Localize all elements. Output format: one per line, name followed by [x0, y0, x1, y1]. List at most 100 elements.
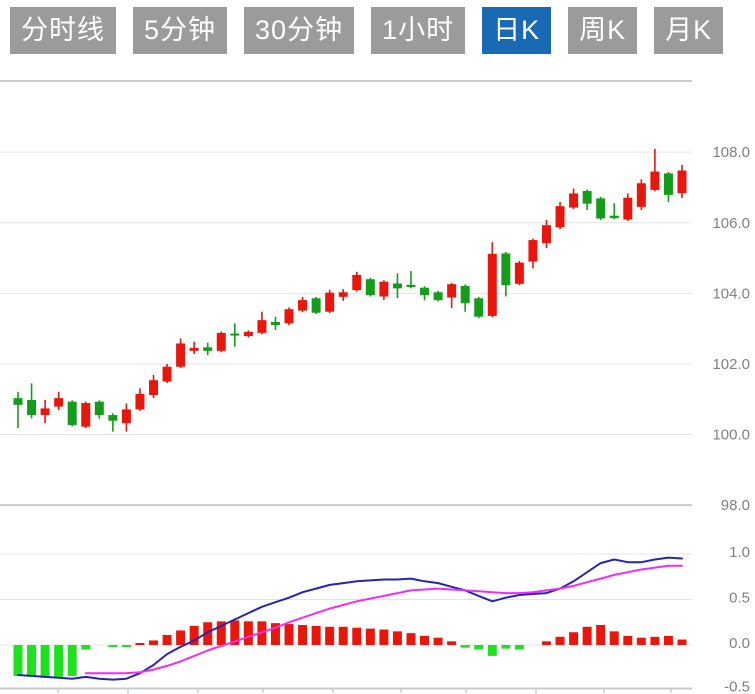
candle: [420, 286, 429, 300]
candle: [528, 239, 537, 269]
macd-bar: [122, 645, 131, 647]
macd-bar: [244, 621, 253, 645]
candle-body: [488, 254, 497, 316]
candle-body: [81, 403, 90, 427]
candle: [27, 383, 36, 418]
candle-body: [298, 300, 307, 311]
macd-axis-labels: 1.00.50.0-0.5: [724, 544, 750, 694]
candle: [285, 307, 294, 325]
candle: [68, 400, 77, 426]
macd-bar: [623, 636, 632, 645]
macd-bar: [406, 633, 415, 645]
candle: [379, 280, 388, 300]
candle-body: [176, 343, 185, 366]
candle: [176, 339, 185, 369]
candle: [556, 202, 565, 229]
macd-bar: [285, 624, 294, 645]
macd-bar: [569, 632, 578, 645]
candle: [447, 283, 456, 308]
macd-bar: [447, 641, 456, 645]
candle: [122, 403, 131, 431]
macd-bar: [461, 645, 470, 648]
macd-bar: [583, 627, 592, 645]
candle-body: [14, 398, 23, 405]
price-axis-labels: 108.0106.0104.0102.0100.098.0: [712, 144, 750, 514]
candle-body: [27, 400, 36, 415]
candle: [163, 364, 172, 383]
macd-bar: [163, 635, 172, 645]
macd-bar: [596, 625, 605, 645]
candles-group: [14, 149, 687, 432]
candle: [257, 312, 266, 335]
macd-histogram: [14, 620, 687, 677]
macd-bar: [41, 645, 50, 678]
candle: [149, 375, 158, 398]
macd-bar: [637, 638, 646, 645]
candle-body: [447, 284, 456, 297]
candle-body: [583, 191, 592, 204]
candle: [664, 172, 673, 202]
macd-gridlines: [0, 554, 692, 693]
candle: [474, 297, 483, 318]
candle: [637, 179, 646, 210]
dea-line: [86, 566, 682, 673]
candle: [135, 388, 144, 411]
candle: [393, 273, 402, 298]
candle-body: [650, 172, 659, 190]
macd-bar: [352, 628, 361, 645]
macd-bar: [14, 645, 23, 676]
candle: [312, 297, 321, 314]
candle-body: [677, 171, 686, 194]
candle-body: [122, 409, 131, 423]
candle-body: [569, 193, 578, 207]
macd-bar: [610, 631, 619, 645]
candle: [610, 203, 619, 219]
candle: [583, 190, 592, 210]
macd-bar: [366, 629, 375, 645]
macd-bar: [650, 637, 659, 645]
candle: [515, 261, 524, 285]
price-axis-label: 100.0: [712, 427, 750, 444]
candle: [542, 220, 551, 248]
macd-bar: [501, 645, 510, 649]
candle: [230, 323, 239, 346]
macd-bar: [108, 645, 117, 647]
macd-bar: [434, 638, 443, 645]
candle-body: [461, 286, 470, 303]
candle-body: [596, 198, 605, 218]
candle-body: [41, 408, 50, 415]
candle-body: [163, 367, 172, 382]
candle: [298, 297, 307, 312]
candle-body: [244, 332, 253, 336]
candle-body: [637, 183, 646, 207]
candle: [406, 271, 415, 288]
candle: [461, 285, 470, 312]
price-axis-label: 108.0: [712, 144, 750, 161]
candle: [190, 342, 199, 354]
candle-body: [406, 285, 415, 287]
candle-body: [95, 402, 104, 415]
candle: [434, 291, 443, 302]
macd-bar: [135, 643, 144, 645]
candle-body: [379, 282, 388, 297]
candle: [271, 317, 280, 330]
candle: [325, 290, 334, 313]
candle-body: [257, 320, 266, 333]
macd-bar: [488, 645, 497, 656]
candle: [217, 331, 226, 352]
candle: [54, 392, 63, 410]
macd-bar: [68, 645, 77, 676]
candle-body: [271, 322, 280, 325]
macd-bar: [379, 630, 388, 645]
macd-bar: [298, 625, 307, 645]
candle-body: [501, 253, 510, 285]
candle: [95, 400, 104, 418]
candle-body: [542, 225, 551, 243]
candle-body: [190, 348, 199, 351]
macd-bar: [312, 626, 321, 645]
candle-body: [203, 347, 212, 351]
macd-axis-label: 0.0: [729, 635, 750, 652]
macd-bar: [556, 637, 565, 645]
candle-body: [556, 206, 565, 227]
macd-bar: [664, 636, 673, 645]
